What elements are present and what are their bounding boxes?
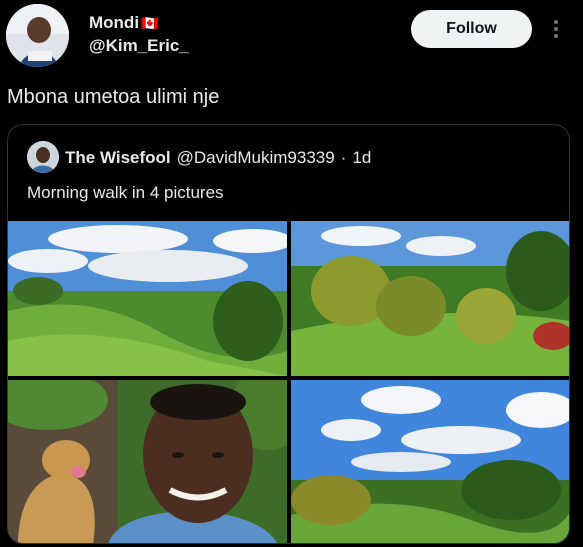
author-handle[interactable]: @Kim_Eric_ xyxy=(89,36,189,56)
quoted-text: Morning walk in 4 pictures xyxy=(27,183,224,202)
quoted-display-name[interactable]: The Wisefool xyxy=(65,148,171,168)
quoted-handle[interactable]: @DavidMukim93339 xyxy=(177,148,335,168)
photo-2[interactable] xyxy=(291,221,569,376)
author-name-line[interactable]: Mondi 🇨🇦 xyxy=(89,13,158,33)
quoted-timestamp[interactable]: 1d xyxy=(352,148,371,168)
quoted-tweet-card[interactable]: The Wisefool @DavidMukim93339 · 1d Morni… xyxy=(7,124,570,544)
follow-button[interactable]: Follow xyxy=(411,10,532,48)
quoted-header: The Wisefool @DavidMukim93339 · 1d xyxy=(65,148,371,168)
tweet-text: Mbona umetoa ulimi nje xyxy=(7,86,220,108)
separator-dot: · xyxy=(340,148,347,167)
author-display-name[interactable]: Mondi xyxy=(89,13,139,33)
author-avatar[interactable] xyxy=(6,4,69,67)
flag-icon: 🇨🇦 xyxy=(141,14,159,31)
quoted-author-avatar[interactable] xyxy=(27,141,59,173)
photo-3[interactable] xyxy=(8,380,287,543)
more-vertical-icon[interactable] xyxy=(550,17,562,41)
photo-4[interactable] xyxy=(291,380,569,543)
photo-1[interactable] xyxy=(8,221,287,376)
